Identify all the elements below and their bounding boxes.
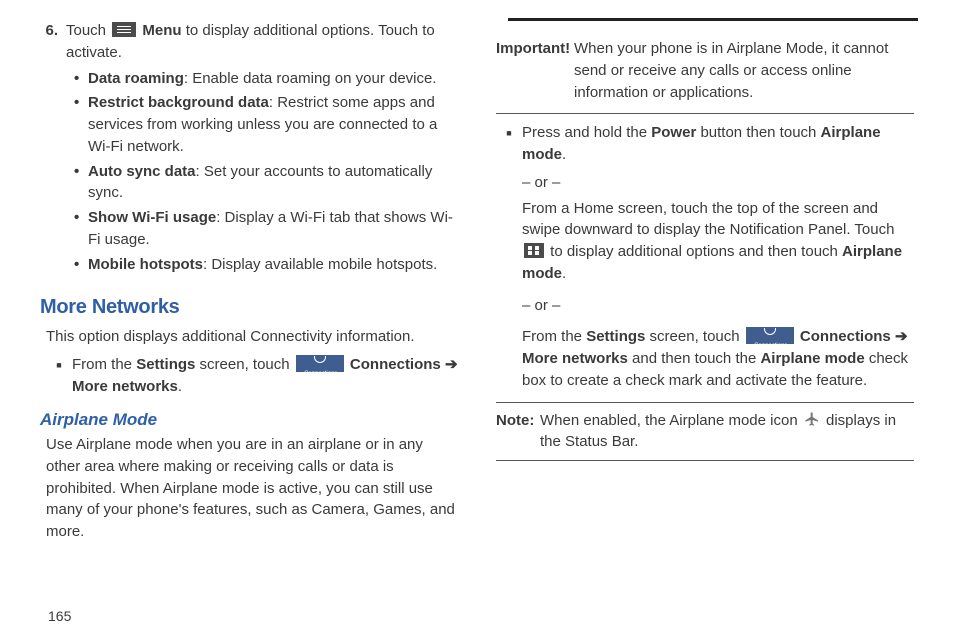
connections-icon-label: Connections bbox=[754, 343, 787, 344]
bold: Auto sync data bbox=[88, 163, 196, 180]
bullet-text: Mobile hotspots: Display available mobil… bbox=[88, 254, 458, 276]
period: . bbox=[178, 378, 182, 395]
bold: Data roaming bbox=[88, 70, 184, 87]
page: 6. Touch Menu to display additional opti… bbox=[0, 0, 954, 636]
period: . bbox=[562, 265, 566, 282]
important-tag: Important! bbox=[496, 38, 574, 103]
text: and then touch the bbox=[628, 350, 761, 367]
note-box: Note: When enabled, the Airplane mode ic… bbox=[496, 402, 914, 462]
bold: Show Wi-Fi usage bbox=[88, 209, 216, 226]
bullet-item: • Show Wi-Fi usage: Display a Wi-Fi tab … bbox=[74, 207, 458, 251]
square-list: ■ Press and hold the Power button then t… bbox=[496, 122, 914, 166]
more-networks-desc: This option displays additional Connecti… bbox=[46, 326, 458, 348]
bullet-mark: • bbox=[74, 207, 88, 251]
square-list: ■ From the Settings screen, touch Connec… bbox=[46, 354, 458, 398]
connections-label: Connections bbox=[796, 328, 895, 345]
arrow-right-icon: ➔ bbox=[445, 356, 458, 373]
menu-icon bbox=[112, 22, 136, 37]
arrow-right-icon: ➔ bbox=[895, 328, 908, 345]
connections-icon: Connections bbox=[746, 327, 794, 344]
bold: Restrict background data bbox=[88, 94, 269, 111]
expand-icon bbox=[524, 243, 544, 258]
note-tag: Note: bbox=[496, 410, 540, 454]
more-networks-label: More networks bbox=[72, 378, 178, 395]
menu-label: Menu bbox=[138, 22, 181, 39]
settings-label: Settings bbox=[586, 328, 645, 345]
text: When enabled, the Airplane mode icon bbox=[540, 412, 802, 429]
bullet-mark: • bbox=[74, 161, 88, 205]
text: From the bbox=[522, 328, 586, 345]
page-number: 165 bbox=[48, 606, 71, 626]
text: From the bbox=[72, 356, 136, 373]
text: to display additional options and then t… bbox=[546, 243, 842, 260]
rest: : Display available mobile hotspots. bbox=[203, 256, 437, 273]
method-2: From a Home screen, touch the top of the… bbox=[522, 198, 914, 285]
bold: Mobile hotspots bbox=[88, 256, 203, 273]
bullet-text: Show Wi-Fi usage: Display a Wi-Fi tab th… bbox=[88, 207, 458, 251]
text: button then touch bbox=[696, 124, 820, 141]
list-item: ■ From the Settings screen, touch Connec… bbox=[46, 354, 458, 398]
text: screen, touch bbox=[645, 328, 743, 345]
list-body: Press and hold the Power button then tou… bbox=[522, 122, 914, 166]
bullet-item: • Mobile hotspots: Display available mob… bbox=[74, 254, 458, 276]
heading-airplane-mode: Airplane Mode bbox=[40, 408, 458, 433]
square-bullet-icon: ■ bbox=[496, 122, 522, 166]
settings-label: Settings bbox=[136, 356, 195, 373]
bullet-mark: • bbox=[74, 92, 88, 157]
text: Touch bbox=[66, 22, 110, 39]
bullet-mark: • bbox=[74, 254, 88, 276]
method-3: From the Settings screen, touch Connecti… bbox=[522, 326, 914, 391]
bullet-item: • Data roaming: Enable data roaming on y… bbox=[74, 68, 458, 90]
airplane-mode-desc: Use Airplane mode when you are in an air… bbox=[46, 434, 458, 543]
right-column: Important! When your phone is in Airplan… bbox=[496, 20, 914, 626]
more-networks-label: More networks bbox=[522, 350, 628, 367]
connections-label: Connections bbox=[346, 356, 445, 373]
step-number: 6. bbox=[40, 20, 66, 283]
rest: : Enable data roaming on your device. bbox=[184, 70, 437, 87]
or-separator: – or – bbox=[522, 172, 914, 194]
important-body: When your phone is in Airplane Mode, it … bbox=[574, 38, 914, 103]
bullet-mark: • bbox=[74, 68, 88, 90]
heading-more-networks: More Networks bbox=[40, 293, 458, 322]
step-body: Touch Menu to display additional options… bbox=[66, 20, 458, 283]
airplane-mode-label: Airplane mode bbox=[760, 350, 864, 367]
bullet-text: Auto sync data: Set your accounts to aut… bbox=[88, 161, 458, 205]
connections-icon-label: Connections bbox=[304, 371, 337, 372]
bullet-text: Data roaming: Enable data roaming on you… bbox=[88, 68, 458, 90]
bullet-item: • Restrict background data: Restrict som… bbox=[74, 92, 458, 157]
note-body: When enabled, the Airplane mode icon dis… bbox=[540, 410, 914, 454]
text: screen, touch bbox=[195, 356, 293, 373]
left-column: 6. Touch Menu to display additional opti… bbox=[40, 20, 458, 626]
step-6: 6. Touch Menu to display additional opti… bbox=[40, 20, 458, 283]
bullet-item: • Auto sync data: Set your accounts to a… bbox=[74, 161, 458, 205]
power-label: Power bbox=[651, 124, 696, 141]
list-item: ■ Press and hold the Power button then t… bbox=[496, 122, 914, 166]
airplane-icon bbox=[804, 411, 820, 427]
text: Press and hold the bbox=[522, 124, 651, 141]
period: . bbox=[562, 146, 566, 163]
bullet-text: Restrict background data: Restrict some … bbox=[88, 92, 458, 157]
square-bullet-icon: ■ bbox=[46, 354, 72, 398]
text: From a Home screen, touch the top of the… bbox=[522, 200, 894, 239]
connections-icon: Connections bbox=[296, 355, 344, 372]
important-box: Important! When your phone is in Airplan… bbox=[496, 32, 914, 114]
list-body: From the Settings screen, touch Connecti… bbox=[72, 354, 458, 398]
or-separator: – or – bbox=[522, 295, 914, 317]
bullet-list: • Data roaming: Enable data roaming on y… bbox=[74, 68, 458, 276]
